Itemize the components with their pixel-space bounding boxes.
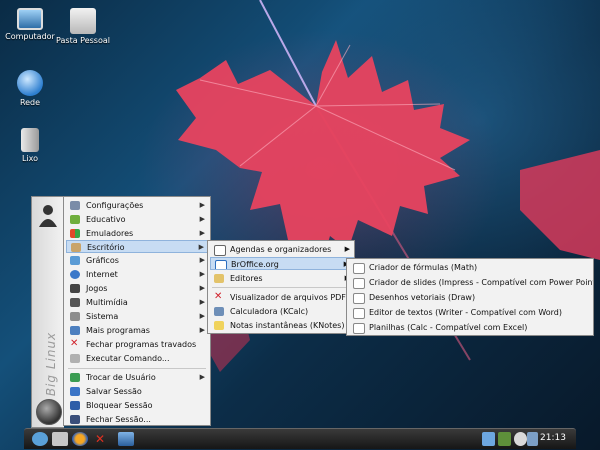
menu-item-sistema[interactable]: Sistema ▶ (66, 310, 209, 323)
big-linux-logo-icon (36, 399, 62, 425)
submenu-item-editores[interactable]: Editores▶ (210, 272, 354, 285)
submenu-arrow-icon: ▶ (199, 201, 205, 209)
save-session-icon (70, 387, 80, 396)
calculator-icon (214, 307, 224, 316)
pdf-icon: ✕ (214, 291, 223, 302)
submenu-arrow-icon: ▶ (199, 326, 205, 334)
submenu-arrow-icon: ▶ (199, 298, 205, 306)
submenu-item-math[interactable]: Criador de fórmulas (Math) (349, 261, 593, 274)
education-icon (70, 215, 80, 224)
submenu-arrow-icon: ▶ (198, 243, 204, 251)
submenu-arrow-icon: ▶ (199, 256, 205, 264)
menu-item-bloquear-sessao[interactable]: Bloquear Sessão (66, 399, 209, 412)
kmenu-icon[interactable] (32, 432, 48, 446)
submenu-item-broffice[interactable]: BrOffice.org▶ (210, 257, 354, 270)
submenu-item-kcalc[interactable]: Calculadora (KCalc) (210, 305, 354, 318)
home-folder-icon (70, 8, 96, 34)
multimedia-icon (70, 298, 80, 307)
logout-icon (70, 415, 80, 424)
keyboard-tray-icon[interactable] (498, 432, 511, 446)
user-avatar-icon (39, 205, 57, 227)
menu-item-salvar-sessao[interactable]: Salvar Sessão (66, 385, 209, 398)
submenu-item-writer[interactable]: Editor de textos (Writer - Compatível co… (349, 306, 593, 319)
submenu-item-impress[interactable]: Criador de slides (Impress - Compatível … (349, 276, 593, 289)
impress-icon (353, 278, 365, 289)
menu-item-trocar-usuario[interactable]: Trocar de Usuário ▶ (66, 371, 209, 384)
taskbar-clock[interactable]: 21:13 (540, 433, 566, 443)
volume-tray-icon[interactable] (514, 432, 527, 446)
notes-icon (214, 321, 224, 330)
switch-user-icon (70, 373, 80, 382)
office-icon (71, 243, 81, 252)
submenu-separator (212, 287, 352, 288)
globe-icon (70, 270, 80, 279)
editor-icon (214, 274, 224, 283)
menu-item-configuracoes[interactable]: Configurações ▶ (66, 199, 209, 212)
broffice-submenu: Criador de fórmulas (Math) Criador de sl… (346, 258, 594, 336)
graphics-icon (70, 256, 80, 265)
menu-sidebar: Big Linux (31, 196, 64, 428)
submenu-item-calc[interactable]: Planilhas (Calc - Compatível com Excel) (349, 321, 593, 334)
submenu-item-draw[interactable]: Desenhos vetoriais (Draw) (349, 291, 593, 304)
submenu-item-agendas[interactable]: Agendas e organizadores ▶ (210, 243, 354, 256)
menu-item-fechar-sessao[interactable]: Fechar Sessão... (66, 413, 209, 426)
submenu-item-kpdf[interactable]: ✕Visualizador de arquivos PDF (KPDF) (210, 291, 354, 304)
calendar-icon (214, 245, 226, 256)
run-icon (70, 354, 80, 363)
tools-icon[interactable]: ✕ (92, 432, 108, 446)
desktop-icon[interactable] (118, 432, 134, 446)
menu-item-fechar-programas-travados[interactable]: ✕ Fechar programas travados (66, 338, 209, 351)
submenu-arrow-icon: ▶ (199, 270, 205, 278)
desktop-icon-rede[interactable]: Rede (2, 70, 58, 108)
menu-item-multimidia[interactable]: Multimídia ▶ (66, 296, 209, 309)
menu-item-internet[interactable]: Internet ▶ (66, 268, 209, 281)
trash-icon (21, 128, 39, 152)
submenu-arrow-icon: ▶ (199, 284, 205, 292)
menu-item-emuladores[interactable]: Emuladores ▶ (66, 227, 209, 240)
network-globe-icon (17, 70, 43, 96)
home-icon[interactable] (52, 432, 68, 446)
menu-item-graficos[interactable]: Gráficos ▶ (66, 254, 209, 267)
lock-icon (70, 401, 80, 410)
office-submenu: Agendas e organizadores▶ BrOffice.org▶ E… (207, 240, 355, 334)
menu-separator (68, 368, 206, 369)
menu-item-mais-programas[interactable]: Mais programas ▶ (66, 324, 209, 337)
desktop-icon-computador[interactable]: Computador (2, 8, 58, 42)
submenu-item-knotes[interactable]: Notas instantâneas (KNotes) (210, 319, 354, 332)
menu-brand: Big Linux (44, 331, 58, 397)
calc-icon (353, 323, 365, 334)
monitor-icon (17, 8, 43, 30)
display-tray-icon[interactable] (527, 432, 538, 446)
submenu-arrow-icon: ▶ (199, 373, 205, 381)
menu-item-executar-comando[interactable]: Executar Comando... (66, 352, 209, 365)
desktop-icon-lixo[interactable]: Lixo (2, 128, 58, 164)
settings-icon (70, 201, 80, 210)
system-icon (70, 312, 80, 321)
menu-item-jogos[interactable]: Jogos ▶ (66, 282, 209, 295)
desktop-icon-pasta-pessoal[interactable]: Pasta Pessoal (56, 8, 110, 46)
submenu-arrow-icon: ▶ (344, 245, 350, 253)
more-programs-icon (70, 326, 80, 335)
menu-item-escritorio[interactable]: Escritório ▶ (66, 240, 209, 253)
taskbar: ✕ 21:13 (24, 428, 576, 449)
firefox-icon[interactable] (72, 432, 88, 446)
gamepad-icon (70, 284, 80, 293)
menu-item-educativo[interactable]: Educativo ▶ (66, 213, 209, 226)
submenu-arrow-icon: ▶ (199, 312, 205, 320)
close-x-icon: ✕ (70, 338, 79, 349)
submenu-arrow-icon: ▶ (199, 215, 205, 223)
writer-icon (353, 308, 365, 319)
draw-icon (353, 293, 365, 304)
math-icon (353, 263, 365, 274)
network-tray-icon[interactable] (482, 432, 495, 446)
broffice-icon (215, 260, 227, 269)
start-menu: Configurações ▶ Educativo ▶ Emuladores ▶ Es… (63, 196, 211, 426)
submenu-arrow-icon: ▶ (199, 229, 205, 237)
windows-icon (70, 229, 80, 238)
